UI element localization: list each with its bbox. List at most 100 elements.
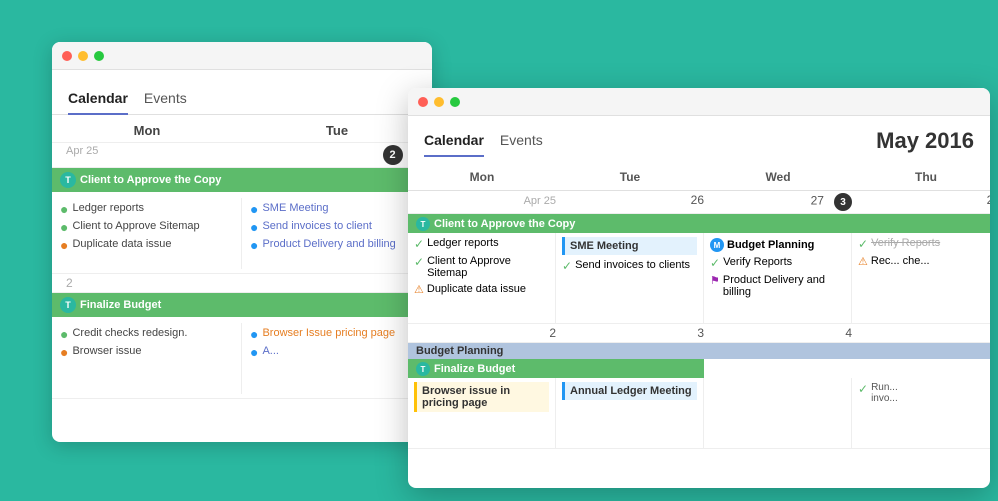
warn-icon-2: ⚠ [858, 255, 868, 268]
front-cell-tue2: Annual Ledger Meeting [556, 378, 704, 448]
bullet-icon-6: ● [250, 238, 258, 252]
front-week1-span-bar: T Client to Approve the Copy [408, 214, 990, 233]
list-item: ✓ Verify Reports [858, 237, 990, 251]
front-annual-event: Annual Ledger Meeting [562, 382, 697, 400]
front-cell-thu1: ✓ Verify Reports ⚠ Rec... che... [852, 233, 990, 323]
bullet-icon-9: ● [250, 327, 258, 341]
list-item: ● Send invoices to client [250, 220, 424, 234]
list-item: ● Product Delivery and billing [250, 238, 424, 252]
back-tab-calendar[interactable]: Calendar [68, 84, 128, 114]
front-calendar: Mon Tue Wed Thu Apr 25 26 27 3 28 T Clie… [408, 164, 990, 449]
item-ledger: Ledger reports [72, 202, 144, 214]
back-calendar: Mon Tue Apr 25 2 26 T Client to Approve … [52, 115, 432, 399]
front-browser-event: Browser issue in pricing page [414, 382, 549, 412]
bullet-icon-1: ● [60, 202, 68, 216]
front-week2-cells: Browser issue in pricing page Annual Led… [408, 378, 990, 449]
front-week1-cells: ✓ Ledger reports ✓ Client to Approve Sit… [408, 233, 990, 324]
list-item: ● SME Meeting [250, 202, 424, 216]
back-date26: 2 26 [242, 145, 424, 165]
close-dot [62, 51, 72, 61]
bullet-icon-5: ● [250, 220, 258, 234]
list-item: ✓ Send invoices to clients [562, 259, 697, 273]
check-icon-1: ✓ [414, 237, 424, 251]
front-week1-event-label: Client to Approve the Copy [434, 218, 575, 230]
check-icon-4: ✓ [710, 256, 720, 270]
check-icon-6: ✓ [858, 382, 868, 396]
front-day-headers: Mon Tue Wed Thu [408, 164, 990, 191]
front-date-5: 5 [858, 326, 990, 340]
bullet-icon-7: ● [60, 327, 68, 341]
budget-planning-label: Budget Planning [727, 239, 814, 251]
back-apr25: Apr 25 [60, 145, 242, 165]
front-tue-header: Tue [556, 168, 704, 186]
item-sme: SME Meeting [262, 202, 328, 214]
t-badge-2: T [60, 297, 76, 313]
front-close-dot [418, 97, 428, 107]
item-rec: Rec... che... [871, 255, 930, 267]
back-date-2: 2 [60, 276, 242, 290]
item-run-inv: Run...invo... [871, 382, 898, 404]
list-item: ⚠ Duplicate data issue [414, 283, 549, 296]
front-cell-tue1: SME Meeting ✓ Send invoices to clients [556, 233, 704, 323]
list-item: ● Client to Approve Sitemap [60, 220, 233, 234]
item-duplicate: Duplicate data issue [72, 238, 171, 250]
back-week1-items: ● Ledger reports ● Client to Approve Sit… [52, 194, 432, 274]
front-tab-events[interactable]: Events [500, 126, 543, 156]
budget-planning-header: M Budget Planning [710, 237, 845, 252]
item-front-duplicate: Duplicate data issue [427, 283, 526, 295]
front-week2-fin-empty2 [852, 359, 990, 378]
front-apr25: Apr 25 [414, 193, 562, 211]
front-header: Calendar Events May 2016 [408, 116, 990, 156]
front-date-27: 27 3 [710, 193, 858, 211]
back-date-3: 3 [242, 276, 424, 290]
date-badge-3: 3 [834, 193, 852, 211]
front-cell-wed2 [704, 378, 852, 448]
item-delivery: Product Delivery and billing [262, 238, 395, 250]
flag-icon-1: ⚑ [710, 274, 720, 287]
t-badge-1: T [60, 172, 76, 188]
front-week2-fin-empty1 [704, 359, 852, 378]
list-item: ✓ Verify Reports [710, 256, 845, 270]
check-icon-3: ✓ [562, 259, 572, 273]
back-window: Calendar Events Mon Tue Apr 25 2 26 T Cl… [52, 42, 432, 442]
front-mon-header: Mon [408, 168, 556, 186]
item-verify-strikethrough: Verify Reports [871, 237, 940, 249]
list-item: ● Ledger reports [60, 202, 233, 216]
back-day-headers: Mon Tue [52, 115, 432, 143]
back-week2-col1: ● Credit checks redesign. ● Browser issu… [52, 323, 242, 394]
back-titlebar [52, 42, 432, 70]
month-title: May 2016 [876, 128, 974, 154]
list-item: ● Duplicate data issue [60, 238, 233, 252]
back-week1-bar: T Client to Approve the Copy [52, 168, 432, 192]
front-date-2: 2 [414, 326, 562, 340]
front-minimize-dot [434, 97, 444, 107]
front-maximize-dot [450, 97, 460, 107]
item-credit: Credit checks redesign. [72, 327, 187, 339]
back-tab-events[interactable]: Events [144, 84, 187, 114]
back-week2-dates: 2 3 [52, 274, 432, 293]
date-badge-2: 2 [383, 145, 403, 165]
front-cell-mon1: ✓ Ledger reports ✓ Client to Approve Sit… [408, 233, 556, 323]
back-week2-col2: ● Browser Issue pricing page ● A... [242, 323, 432, 394]
front-titlebar [408, 88, 990, 116]
item-front-ledger: Ledger reports [427, 237, 499, 249]
check-icon-5: ✓ [858, 237, 868, 251]
list-item: ✓ Client to Approve Sitemap [414, 255, 549, 279]
front-cell-wed1: M Budget Planning ✓ Verify Reports ⚑ Pro… [704, 233, 852, 323]
item-delivery-billing: Product Delivery and billing [723, 274, 845, 298]
list-item: ● Credit checks redesign. [60, 327, 233, 341]
front-tab-calendar[interactable]: Calendar [424, 126, 484, 156]
front-date-28: 28 [858, 193, 990, 211]
bullet-icon-8: ● [60, 345, 68, 359]
item-verify-reports: Verify Reports [723, 256, 792, 268]
bullet-icon-2: ● [60, 220, 68, 234]
front-week1-dates: Apr 25 26 27 3 28 [408, 191, 990, 214]
list-item: ● Browser Issue pricing page [250, 327, 424, 341]
front-thu-header: Thu [852, 168, 990, 186]
front-finalize-bar: T Finalize Budget [408, 359, 704, 378]
front-finalize-label: Finalize Budget [434, 363, 515, 375]
t-badge-front-2: T [416, 362, 430, 376]
front-cell-mon2: Browser issue in pricing page [408, 378, 556, 448]
item-browser-pricing: Browser Issue pricing page [262, 327, 395, 339]
item-front-approve: Client to Approve Sitemap [427, 255, 549, 279]
